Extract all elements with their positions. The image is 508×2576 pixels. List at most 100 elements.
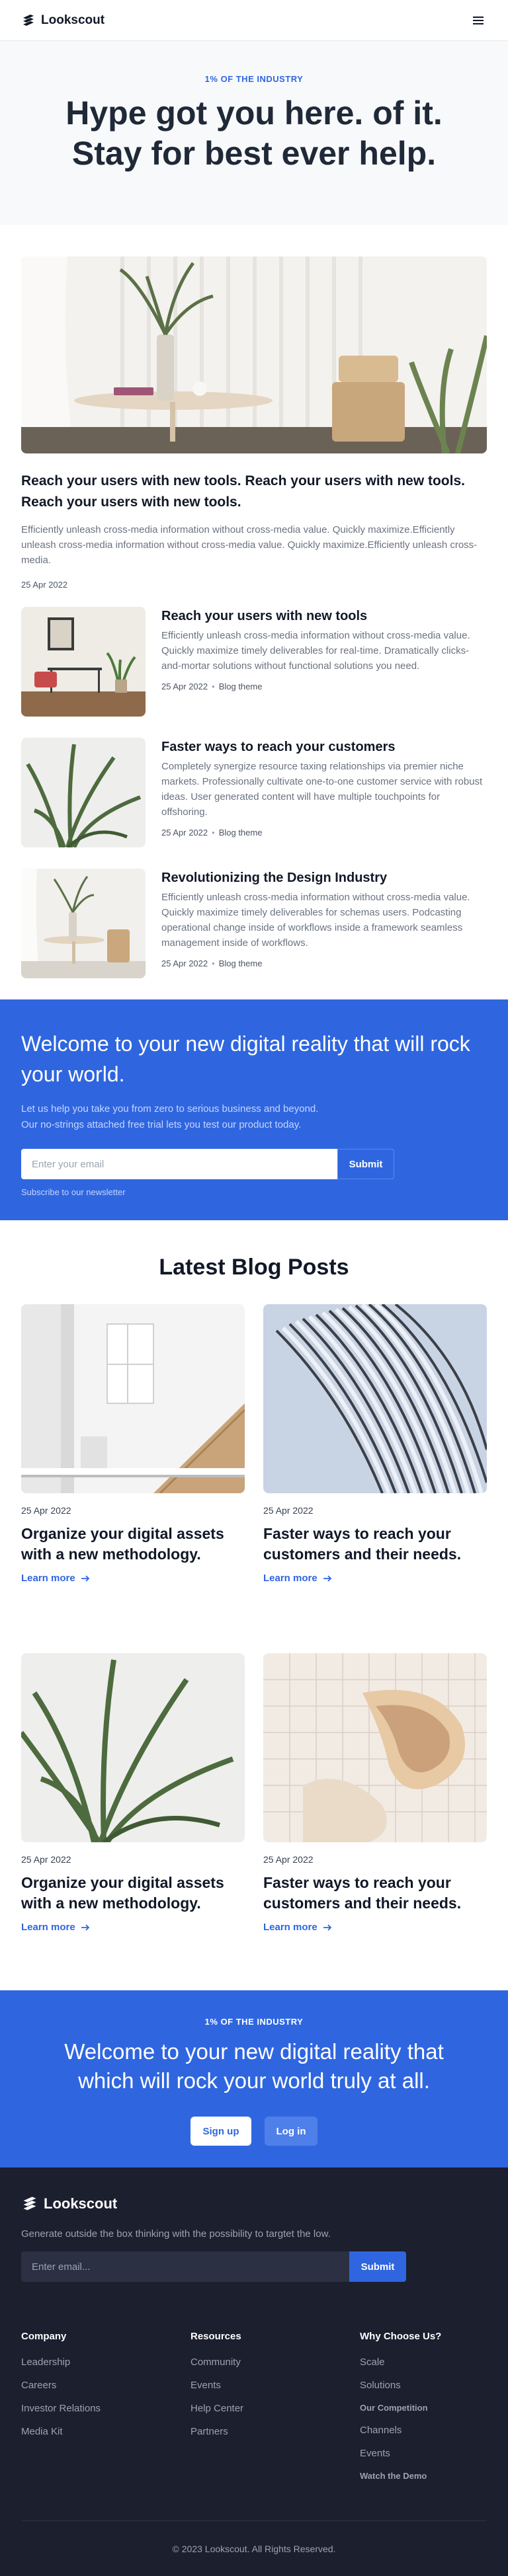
footer-column-heading: Company xyxy=(21,2331,67,2342)
learn-more-label: Learn more xyxy=(21,1922,75,1933)
footer-link-investor-relations[interactable]: Investor Relations xyxy=(21,2403,190,2414)
blog-card-date: 25 Apr 2022 xyxy=(263,1854,314,1865)
learn-more-link[interactable]: Learn more xyxy=(263,1922,332,1933)
copyright: © 2023 Lookscout. All Rights Reserved. xyxy=(172,2544,336,2554)
newsletter-email-input[interactable] xyxy=(21,1149,337,1179)
list-item[interactable]: Faster ways to reach your customers Comp… xyxy=(21,738,487,847)
post-thumbnail[interactable] xyxy=(21,607,146,717)
cta-section: 1% OF THE INDUSTRY Welcome to your new d… xyxy=(0,1990,508,2167)
newsletter-text-line1: Let us help you take you from zero to se… xyxy=(21,1103,319,1114)
blog-card-image[interactable] xyxy=(21,1653,245,1842)
meta-separator: • xyxy=(212,958,215,968)
blog-card-date: 25 Apr 2022 xyxy=(21,1505,71,1516)
login-button[interactable]: Log in xyxy=(265,2117,318,2146)
newsletter-form: Submit xyxy=(21,1149,394,1179)
arrow-right-icon xyxy=(81,1924,89,1931)
post-meta: 25 Apr 2022 • Blog theme xyxy=(161,958,487,968)
post-title[interactable]: Faster ways to reach your customers xyxy=(161,738,487,756)
arrow-right-icon xyxy=(81,1575,89,1582)
post-excerpt: Efficiently unleash cross-media informat… xyxy=(161,630,470,672)
hero-eyebrow: 1% OF THE INDUSTRY xyxy=(204,74,304,84)
blog-card-title[interactable]: Faster ways to reach your customers and … xyxy=(263,1873,487,1914)
footer-submit-button[interactable]: Submit xyxy=(349,2251,406,2282)
footer-link-leadership[interactable]: Leadership xyxy=(21,2357,190,2368)
footer-link-our-competition[interactable]: Our Competition xyxy=(360,2403,487,2413)
learn-more-label: Learn more xyxy=(263,1922,318,1933)
lookscout-logo-icon xyxy=(23,2197,36,2210)
footer-column-company: Company Leadership Careers Investor Rela… xyxy=(21,2331,190,2493)
featured-post-title[interactable]: Reach your users with new tools. Reach y… xyxy=(21,471,487,513)
lookscout-logo-icon xyxy=(23,14,34,26)
footer-brand-name: Lookscout xyxy=(44,2195,118,2212)
footer-link-solutions[interactable]: Solutions xyxy=(360,2380,487,2391)
learn-more-link[interactable]: Learn more xyxy=(263,1573,332,1584)
featured-post-date: 25 Apr 2022 xyxy=(21,580,68,590)
footer-columns: Company Leadership Careers Investor Rela… xyxy=(21,2331,487,2493)
footer-email-input[interactable] xyxy=(21,2251,349,2282)
post-thumbnail[interactable] xyxy=(21,869,146,978)
footer-link-channels[interactable]: Channels xyxy=(360,2425,487,2436)
footer-link-events[interactable]: Events xyxy=(190,2380,360,2391)
blog-card-title[interactable]: Organize your digital assets with a new … xyxy=(21,1524,245,1565)
blog-card-title[interactable]: Organize your digital assets with a new … xyxy=(21,1873,245,1914)
hero-title: Hype got you here. of it. Stay for best … xyxy=(65,95,443,172)
blog-card-date: 25 Apr 2022 xyxy=(21,1854,71,1865)
post-date: 25 Apr 2022 xyxy=(161,958,208,968)
footer-link-help-center[interactable]: Help Center xyxy=(190,2403,360,2414)
list-item[interactable]: Reach your users with new tools Efficien… xyxy=(21,607,487,717)
footer-link-careers[interactable]: Careers xyxy=(21,2380,190,2391)
featured-post[interactable]: Reach your users with new tools. Reach y… xyxy=(0,225,508,590)
blog-card[interactable]: 25 Apr 2022 Faster ways to reach your cu… xyxy=(263,1304,487,1584)
blog-heading: Latest Blog Posts xyxy=(159,1255,349,1280)
blog-grid: 25 Apr 2022 Organize your digital assets… xyxy=(21,1304,487,1933)
footer-column-heading: Resources xyxy=(190,2331,241,2342)
hero-section: 1% OF THE INDUSTRY Hype got you here. of… xyxy=(0,41,508,225)
cta-title: Welcome to your new digital reality that… xyxy=(64,2039,444,2093)
post-category: Blog theme xyxy=(218,682,263,691)
brand-name: Lookscout xyxy=(41,13,105,27)
post-meta: 25 Apr 2022 • Blog theme xyxy=(161,828,487,838)
newsletter-section: Welcome to your new digital reality that… xyxy=(0,999,508,1220)
hamburger-menu-icon xyxy=(473,16,484,24)
post-excerpt: Completely synergize resource taxing rel… xyxy=(161,761,483,818)
menu-button[interactable] xyxy=(470,12,487,29)
footer-link-watch-demo[interactable]: Watch the Demo xyxy=(360,2471,487,2481)
blog-card-date: 25 Apr 2022 xyxy=(263,1505,314,1516)
footer-link-events-2[interactable]: Events xyxy=(360,2448,487,2459)
brand-logo[interactable]: Lookscout xyxy=(21,13,105,28)
footer-column-heading: Why Choose Us? xyxy=(360,2331,442,2342)
blog-card-image[interactable] xyxy=(263,1304,487,1493)
post-meta: 25 Apr 2022 • Blog theme xyxy=(161,682,487,691)
blog-card[interactable]: 25 Apr 2022 Organize your digital assets… xyxy=(21,1304,245,1584)
post-thumbnail[interactable] xyxy=(21,738,146,847)
blog-card-image[interactable] xyxy=(21,1304,245,1493)
post-excerpt: Efficiently unleash cross-media informat… xyxy=(161,892,470,949)
blog-card[interactable]: 25 Apr 2022 Faster ways to reach your cu… xyxy=(263,1653,487,1933)
list-item[interactable]: Revolutionizing the Design Industry Effi… xyxy=(21,869,487,978)
footer-brand[interactable]: Lookscout xyxy=(21,2195,487,2212)
arrow-right-icon xyxy=(323,1575,331,1582)
blog-card[interactable]: 25 Apr 2022 Organize your digital assets… xyxy=(21,1653,245,1933)
learn-more-label: Learn more xyxy=(21,1573,75,1584)
post-title[interactable]: Reach your users with new tools xyxy=(161,607,487,625)
cta-eyebrow: 1% OF THE INDUSTRY xyxy=(204,2017,304,2027)
featured-post-image[interactable] xyxy=(21,256,487,453)
footer: Lookscout Generate outside the box think… xyxy=(0,2167,508,2576)
footer-link-media-kit[interactable]: Media Kit xyxy=(21,2426,190,2437)
newsletter-submit-button[interactable]: Submit xyxy=(337,1149,394,1179)
blog-card-image[interactable] xyxy=(263,1653,487,1842)
footer-link-scale[interactable]: Scale xyxy=(360,2357,487,2368)
blog-card-title[interactable]: Faster ways to reach your customers and … xyxy=(263,1524,487,1565)
learn-more-link[interactable]: Learn more xyxy=(21,1573,90,1584)
signup-button[interactable]: Sign up xyxy=(190,2117,251,2146)
post-date: 25 Apr 2022 xyxy=(161,682,208,691)
arrow-right-icon xyxy=(323,1924,331,1931)
meta-separator: • xyxy=(212,682,215,691)
post-title[interactable]: Revolutionizing the Design Industry xyxy=(161,869,487,887)
latest-blog-section: Latest Blog Posts 25 Apr 2022 Organize y… xyxy=(0,1220,508,1933)
newsletter-title: Welcome to your new digital reality that… xyxy=(21,1032,470,1086)
footer-link-partners[interactable]: Partners xyxy=(190,2426,360,2437)
learn-more-link[interactable]: Learn more xyxy=(21,1922,90,1933)
newsletter-subscribe-note: Subscribe to our newsletter xyxy=(21,1187,126,1197)
footer-link-community[interactable]: Community xyxy=(190,2357,360,2368)
